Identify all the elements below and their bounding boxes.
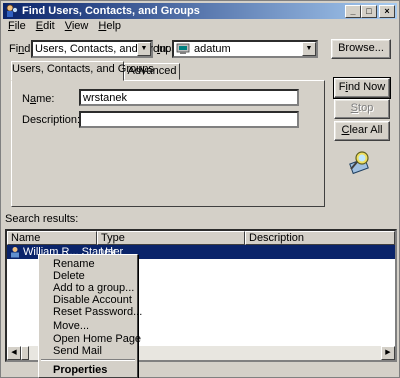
column-header-type[interactable]: Type [97,231,245,245]
menu-item-rename[interactable]: Rename [53,258,95,270]
menu-item-properties[interactable]: Properties [53,364,107,376]
find-type-value: Users, Contacts, and Groups [35,43,177,55]
menu-item-send-mail[interactable]: Send Mail [53,345,102,357]
user-icon [11,247,19,258]
domain-icon [176,43,190,54]
stop-button[interactable]: Stop [334,99,390,119]
find-type-dropdown[interactable]: Users, Contacts, and Groups ▼ [31,40,177,58]
menu-item-add-to-group[interactable]: Add to a group... [53,282,134,294]
title-bar[interactable]: Find Users, Contacts, and Groups _ □ × [3,3,397,19]
menu-file[interactable]: File [3,19,31,35]
search-results-label: Search results: [5,213,79,225]
column-header-name[interactable]: Name [7,231,97,245]
in-domain-value: adatum [194,43,231,55]
maximize-button[interactable]: □ [361,5,377,18]
context-menu: Rename Delete Add to a group... Disable … [38,254,142,378]
menu-bar: File Edit View Help [3,19,126,35]
in-domain-dropdown[interactable]: adatum ▼ [172,40,318,58]
browse-button[interactable]: Browse... [331,39,391,59]
scroll-right-icon[interactable]: ▶ [381,346,395,360]
menu-view[interactable]: View [60,19,94,35]
description-label: Description: [22,114,81,126]
tab-panel: Name: wrstanek Description: [11,80,325,207]
name-input-value: wrstanek [83,92,128,104]
menu-help[interactable]: Help [93,19,126,35]
tab-users-contacts-groups[interactable]: Users, Contacts, and Groups [11,61,154,81]
menu-item-open-home-page[interactable]: Open Home Page [53,333,141,345]
menu-separator [41,359,135,361]
clear-all-button[interactable]: Clear All [334,121,390,141]
close-button[interactable]: × [379,5,395,18]
find-now-button[interactable]: Find Now [333,77,391,99]
search-animation-icon [349,151,369,175]
menu-item-reset-password[interactable]: Reset Password... [53,306,142,318]
name-label: Name: [22,93,55,105]
description-input[interactable] [79,111,299,128]
window-title: Find Users, Contacts, and Groups [22,5,200,17]
menu-item-move[interactable]: Move... [53,320,89,332]
name-input[interactable]: wrstanek [79,89,299,106]
menu-edit[interactable]: Edit [31,19,60,35]
menu-item-disable-account[interactable]: Disable Account [53,294,132,306]
chevron-down-icon[interactable]: ▼ [137,42,151,56]
menu-item-delete[interactable]: Delete [53,270,85,282]
in-label: In: [157,43,170,55]
scroll-left-icon[interactable]: ◀ [7,346,21,360]
chevron-down-icon[interactable]: ▼ [302,42,316,56]
column-header-description[interactable]: Description [245,231,395,245]
minimize-button[interactable]: _ [345,5,361,18]
find-label: Find: [9,43,34,55]
find-people-icon [6,4,18,17]
scrollbar-thumb[interactable] [21,346,29,360]
